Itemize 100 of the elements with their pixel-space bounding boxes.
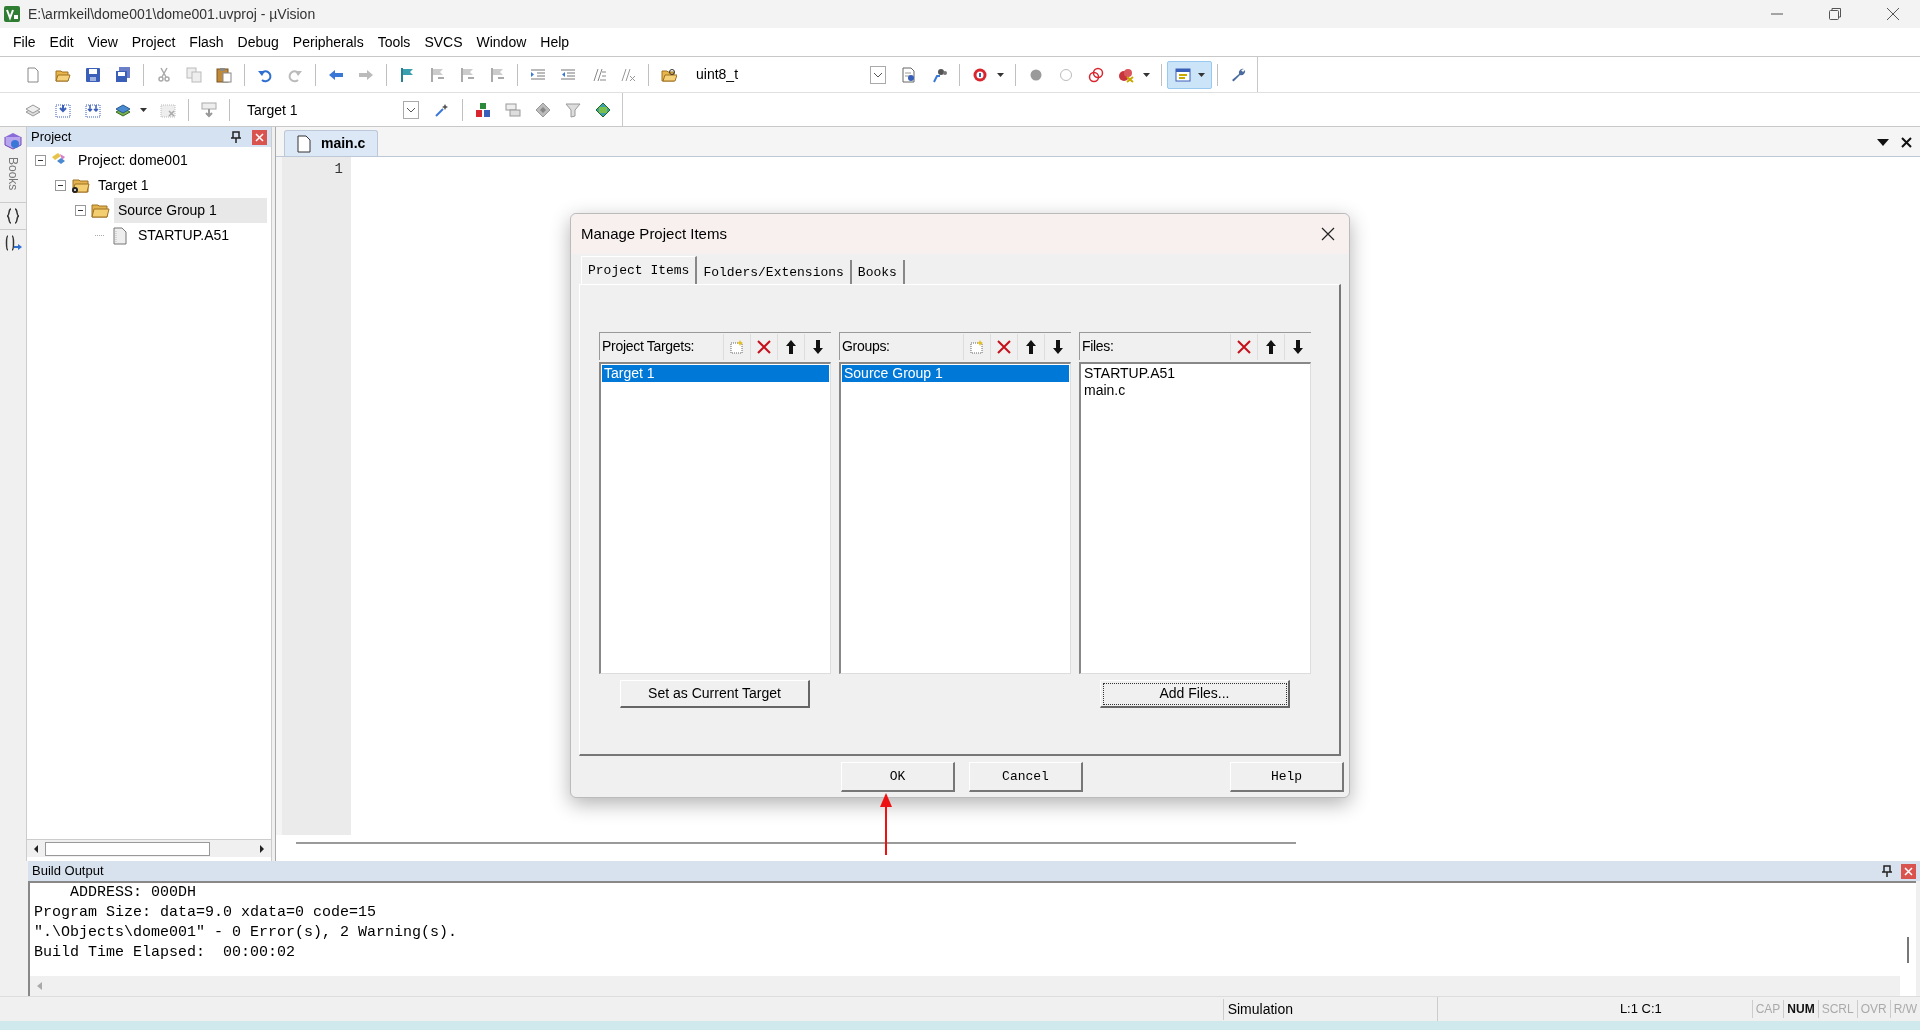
- list-item[interactable]: Source Group 1: [842, 365, 1069, 382]
- book-icon[interactable]: [3, 131, 23, 151]
- file-icon: [297, 134, 311, 153]
- menu-item[interactable]: SVCS: [417, 29, 470, 55]
- window-title: E:\armkeil\dome001\dome001.uvproj - µVision: [28, 4, 317, 24]
- close-icon[interactable]: [1321, 227, 1335, 241]
- menu-item[interactable]: Help: [533, 29, 577, 55]
- build-icon[interactable]: [55, 102, 71, 118]
- uncomment-lines-icon[interactable]: [620, 66, 636, 83]
- find-document-icon[interactable]: [901, 66, 917, 83]
- move-up-icon: [1263, 338, 1279, 355]
- breakpoint-clear-icon[interactable]: [1118, 66, 1134, 83]
- dropdown-caret-icon[interactable]: [1877, 139, 1889, 147]
- rebuild-icon[interactable]: [85, 102, 101, 118]
- pin-icon[interactable]: [230, 131, 242, 143]
- collapse-icon[interactable]: [35, 155, 46, 166]
- unindent-icon[interactable]: [560, 66, 576, 83]
- dialog-tab[interactable]: Folders/Extensions: [697, 260, 852, 284]
- save-all-icon[interactable]: [115, 66, 131, 83]
- list-label: Files:: [1082, 337, 1115, 356]
- move-down-icon: [1290, 338, 1306, 355]
- collapse-icon[interactable]: [55, 180, 66, 191]
- menu-item[interactable]: Window: [469, 29, 534, 55]
- list-item[interactable]: main.c: [1082, 382, 1309, 399]
- tree-item[interactable]: Source Group 1: [114, 198, 267, 223]
- new-item-icon: [729, 338, 745, 355]
- list-box[interactable]: Target 1: [599, 362, 831, 674]
- wrench-icon[interactable]: [1230, 66, 1246, 83]
- flag-icon[interactable]: [399, 66, 415, 83]
- dropdown-caret-icon[interactable]: [1143, 72, 1150, 77]
- restore-icon[interactable]: [1828, 7, 1842, 21]
- dialog-button[interactable]: Help: [1230, 762, 1344, 792]
- status-text: L:1 C:1: [1618, 1000, 1663, 1019]
- output-line: Build Time Elapsed: 00:00:02: [34, 943, 297, 963]
- menu-item[interactable]: Edit: [42, 29, 81, 55]
- breakpoint-circles-icon[interactable]: [1088, 66, 1104, 83]
- dialog-button[interactable]: Set as Current Target: [620, 680, 810, 708]
- dropdown-caret-icon[interactable]: [140, 108, 147, 112]
- menu-item[interactable]: Debug: [230, 29, 286, 55]
- output-line: ADDRESS: 000DH: [69, 883, 198, 903]
- list-box[interactable]: Source Group 1: [839, 362, 1071, 674]
- dialog-button[interactable]: OK: [841, 762, 955, 792]
- load-icon[interactable]: [201, 102, 217, 118]
- dropdown-caret-icon[interactable]: [997, 72, 1004, 77]
- books-tab[interactable]: Books: [4, 157, 22, 191]
- dropdown-caret-icon: [1198, 72, 1205, 77]
- dialog-tab[interactable]: Project Items: [581, 256, 698, 284]
- open-folder-icon[interactable]: [661, 66, 677, 83]
- pack-installer-icon[interactable]: [595, 102, 611, 118]
- delete-icon: [1236, 338, 1252, 355]
- tree-item[interactable]: Project: dome001: [74, 148, 192, 173]
- dialog-button[interactable]: Add Files...: [1100, 680, 1290, 708]
- editor-tab[interactable]: main.c: [284, 130, 379, 156]
- menu-item[interactable]: View: [80, 29, 125, 55]
- diamond-icon[interactable]: [535, 102, 551, 118]
- status-indicator: CAP: [1751, 1000, 1784, 1018]
- templates-icon[interactable]: [4, 234, 22, 253]
- components-icon[interactable]: [475, 102, 491, 118]
- pin-icon[interactable]: [1881, 865, 1893, 877]
- close-icon[interactable]: [1886, 7, 1900, 21]
- horizontal-scrollbar[interactable]: [27, 839, 271, 857]
- move-down-icon: [1050, 338, 1066, 355]
- braces-icon[interactable]: [5, 207, 21, 226]
- magic-wand-icon[interactable]: [434, 102, 450, 118]
- translate-icon[interactable]: [25, 102, 41, 118]
- menu-item[interactable]: File: [6, 29, 43, 55]
- close-icon[interactable]: [1901, 137, 1912, 148]
- list-label: Groups:: [842, 337, 891, 356]
- indent-icon[interactable]: [530, 66, 546, 83]
- menu-item[interactable]: Flash: [182, 29, 231, 55]
- dialog-title: Manage Project Items: [581, 223, 728, 244]
- list-item[interactable]: STARTUP.A51: [1082, 365, 1309, 382]
- line-number: 1: [334, 160, 343, 179]
- menu-item[interactable]: Tools: [370, 29, 418, 55]
- output-line: Program Size: data=9.0 xdata=0 code=15: [34, 903, 378, 923]
- app-logo-icon: [4, 6, 20, 22]
- delete-icon: [756, 338, 772, 355]
- debug-magnifier-icon[interactable]: [972, 66, 988, 83]
- dialog-button[interactable]: Cancel: [969, 762, 1083, 792]
- collapse-icon[interactable]: [75, 205, 86, 216]
- menu-item[interactable]: Peripherals: [285, 29, 371, 55]
- dialog-tab[interactable]: Books: [851, 260, 905, 284]
- move-up-icon: [783, 338, 799, 355]
- tree-item[interactable]: STARTUP.A51: [134, 223, 234, 248]
- status-text: Simulation: [1222, 998, 1438, 1020]
- save-icon[interactable]: [85, 66, 101, 83]
- window-button[interactable]: [1167, 60, 1212, 89]
- tree-item[interactable]: Target 1: [94, 173, 153, 198]
- list-box[interactable]: STARTUP.A51 main.c: [1079, 362, 1311, 674]
- scrollbar-thumb[interactable]: [1907, 936, 1909, 963]
- batch-build-icon[interactable]: [115, 102, 131, 118]
- list-item[interactable]: Target 1: [602, 365, 829, 382]
- scrollbar-thumb[interactable]: [296, 842, 1296, 844]
- paste-icon[interactable]: [216, 66, 232, 83]
- move-up-icon: [1023, 338, 1039, 355]
- panel-title: Build Output: [32, 862, 105, 881]
- window-config-icon: [1175, 66, 1191, 83]
- comment-lines-icon[interactable]: [590, 66, 606, 83]
- menu-item[interactable]: Project: [124, 29, 183, 55]
- delete-icon: [996, 338, 1012, 355]
